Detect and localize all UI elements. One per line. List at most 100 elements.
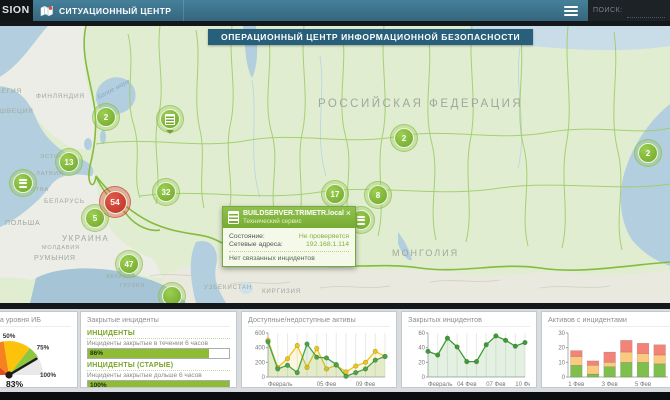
- server-icon: [228, 211, 239, 224]
- asset-popup-subtitle: Технический сервис: [243, 218, 344, 225]
- svg-text:Февраль: Февраль: [268, 382, 292, 388]
- country-label: МОЛДАВИЯ: [42, 245, 80, 251]
- svg-text:200: 200: [255, 360, 266, 366]
- map-section: ОПЕРАЦИОННЫЙ ЦЕНТР ИНФОРМАЦИОННОЙ БЕЗОПА…: [0, 26, 670, 303]
- svg-text:100%: 100%: [40, 372, 57, 379]
- assets-chart-title: Доступные/недоступные активы: [248, 315, 390, 327]
- svg-text:20: 20: [418, 360, 425, 366]
- svg-text:75%: 75%: [37, 344, 50, 351]
- svg-text:09 Фев: 09 Фев: [356, 382, 375, 388]
- asset-popup-body: Состояние: Не проверяется Сетевые адреса…: [223, 228, 355, 266]
- assets-availability-chart: 0 200 400 600 Февраль 05 Фев 09 Фев: [248, 328, 390, 388]
- svg-text:Февраль: Февраль: [428, 382, 452, 388]
- section-heading: ИНЦИДЕНТЫ: [87, 330, 230, 339]
- svg-text:30: 30: [558, 331, 565, 337]
- map-marker-17[interactable]: 17: [321, 180, 349, 208]
- map-marker-13[interactable]: 13: [55, 148, 83, 176]
- tab-label: СИТУАЦИОННЫЙ ЦЕНТР: [59, 6, 171, 16]
- search-zone: ПОИСК:: [588, 0, 670, 21]
- security-level-gauge: 50% 75% 100% 83%: [0, 325, 78, 388]
- map-marker-pin[interactable]: [156, 105, 184, 133]
- country-label: МОНГОЛИЯ: [392, 248, 459, 258]
- map-marker-2[interactable]: 2: [634, 139, 662, 167]
- progress-value: 100%: [90, 381, 107, 388]
- country-label: ФИНЛЯНДИЯ: [36, 93, 85, 100]
- svg-text:0: 0: [262, 375, 266, 381]
- svg-text:600: 600: [255, 331, 266, 337]
- map-marker-8[interactable]: 8: [364, 181, 392, 209]
- map-icon: [40, 5, 54, 17]
- map-marker-32[interactable]: 32: [152, 178, 180, 206]
- country-label: БЕЛАРУСЬ: [44, 198, 85, 205]
- progress-section-incidents: ИНЦИДЕНТЫ Инциденты закрытые в течении 6…: [87, 330, 230, 359]
- state-value: Не проверяется: [299, 233, 349, 240]
- top-bar: SION СИТУАЦИОННЫЙ ЦЕНТР ПОИСК:: [0, 0, 670, 21]
- svg-text:10 Фев: 10 Фев: [515, 382, 530, 388]
- map-marker-2[interactable]: 2: [390, 124, 418, 152]
- progress-bar: 100%: [87, 380, 230, 388]
- no-incidents-note: Нет связанных инцидентов: [229, 251, 349, 262]
- kpi-panels-bar: Оценка уровня ИБ 50%75%100%83% Закрытые …: [0, 309, 670, 392]
- svg-text:20: 20: [558, 346, 565, 352]
- svg-text:50%: 50%: [3, 333, 16, 340]
- tab-situation-center[interactable]: СИТУАЦИОННЫЙ ЦЕНТР: [33, 0, 184, 21]
- svg-text:400: 400: [255, 346, 266, 352]
- close-icon[interactable]: ×: [346, 208, 351, 218]
- svg-text:05 Фев: 05 Фев: [317, 382, 336, 388]
- panel-assets-availability: Доступные/недоступные активы 0 200 400 600 Ф…: [241, 311, 397, 388]
- svg-text:5 Фев: 5 Фев: [635, 382, 651, 388]
- closed-chart-title: Закрытых инцидентов: [408, 315, 530, 327]
- country-label: НОРВЕГИЯ: [0, 88, 22, 95]
- asset-popup: BUILDSERVER.TRIMETR.local Технический се…: [222, 206, 356, 267]
- svg-text:60: 60: [418, 331, 425, 337]
- asset-popup-title: BUILDSERVER.TRIMETR.local: [243, 210, 344, 218]
- progress-value: 86%: [90, 349, 103, 358]
- state-label: Состояние:: [229, 233, 265, 240]
- country-label: УЗБЕКИСТАН: [204, 284, 252, 291]
- svg-text:10: 10: [558, 360, 565, 366]
- asset-stack-icon: [357, 214, 365, 226]
- building-icon: [165, 114, 175, 125]
- assets-with-incidents-chart: 01020301 Фев3 Фев5 Фев: [548, 328, 670, 388]
- country-label: РОССИЙСКАЯ ФЕДЕРАЦИЯ: [318, 98, 523, 110]
- app-logo: SION: [0, 0, 33, 21]
- country-label: КИРГИЗИЯ: [262, 288, 301, 295]
- address-label: Сетевые адреса:: [229, 241, 283, 248]
- country-label: ПОЛЬША: [5, 220, 40, 227]
- svg-text:1 Фев: 1 Фев: [568, 382, 584, 388]
- asset-stack-icon: [19, 177, 27, 189]
- search-input[interactable]: [627, 4, 665, 18]
- map-marker-count[interactable]: [158, 282, 186, 303]
- asset-popup-header: BUILDSERVER.TRIMETR.local Технический се…: [223, 207, 355, 228]
- country-label: РУМЫНИЯ: [34, 255, 76, 262]
- map-marker-47[interactable]: 47: [115, 250, 143, 278]
- country-label: ГРУЗИЯ: [120, 283, 145, 289]
- svg-text:40: 40: [418, 346, 425, 352]
- bottom-strip: [0, 392, 670, 400]
- panel-security-level-gauge: Оценка уровня ИБ 50%75%100%83%: [0, 311, 78, 388]
- closed-incidents-chart: 0 20 40 60 Февраль 04 Фев 07 Фев 10 Фев: [408, 328, 530, 388]
- panel-assets-with-incidents: Активов с инцидентами 01020301 Фев3 Фев5…: [541, 311, 670, 388]
- map-marker-stack[interactable]: [9, 169, 37, 197]
- bars-chart-title: Активов с инцидентами: [548, 315, 670, 327]
- country-label: ШВЕЦИЯ: [0, 108, 34, 115]
- svg-text:07 Фев: 07 Фев: [486, 382, 505, 388]
- svg-text:0: 0: [422, 375, 426, 381]
- country-label: УКРАИНА: [62, 234, 109, 243]
- svg-text:0: 0: [562, 375, 566, 381]
- ops-center-banner: ОПЕРАЦИОННЫЙ ЦЕНТР ИНФОРМАЦИОННОЙ БЕЗОПА…: [208, 29, 533, 45]
- progress-bar: 86%: [87, 348, 230, 359]
- svg-text:04 Фев: 04 Фев: [457, 382, 476, 388]
- map-marker-5[interactable]: 5: [81, 204, 109, 232]
- menu-hamburger-icon[interactable]: [564, 4, 578, 18]
- progress-panel-title: Закрытые инциденты: [87, 315, 230, 327]
- progress-section-incidents-old: ИНЦИДЕНТЫ (СТАРЫЕ) Инциденты закрытые до…: [87, 362, 230, 388]
- main-menu-bar: СИТУАЦИОННЫЙ ЦЕНТР: [33, 0, 588, 21]
- map-marker-2[interactable]: 2: [92, 103, 120, 131]
- svg-text:83%: 83%: [6, 379, 23, 388]
- panel-closed-incidents-chart: Закрытых инцидентов 0 20 40 60 Февраль 04 Фев…: [401, 311, 537, 388]
- section-description: Инциденты закрытые дольше 6 часов: [87, 372, 230, 379]
- section-heading: ИНЦИДЕНТЫ (СТАРЫЕ): [87, 362, 230, 371]
- search-label: ПОИСК:: [593, 7, 623, 14]
- address-value: 192.168.1.114: [306, 241, 349, 248]
